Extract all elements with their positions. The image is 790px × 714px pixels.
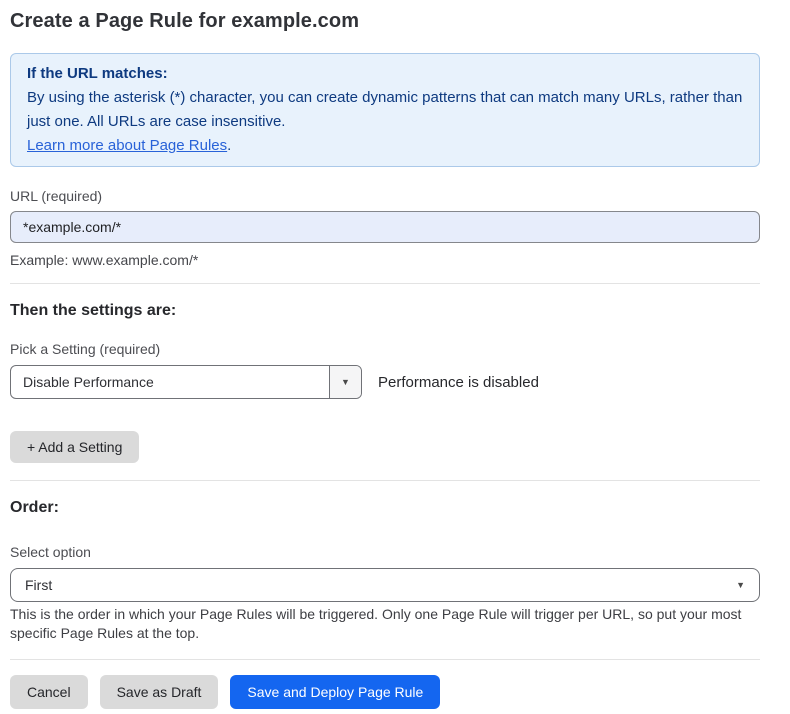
url-match-info-box: If the URL matches: By using the asteris… bbox=[10, 53, 760, 167]
info-box-heading: If the URL matches: bbox=[27, 62, 743, 86]
learn-more-link[interactable]: Learn more about Page Rules bbox=[27, 137, 227, 154]
setting-select[interactable]: Disable Performance ▼ bbox=[10, 365, 362, 399]
settings-section-heading: Then the settings are: bbox=[10, 300, 760, 322]
setting-select-arrow-button[interactable]: ▼ bbox=[329, 366, 361, 398]
divider bbox=[10, 480, 760, 481]
info-box-body: By using the asterisk (*) character, you… bbox=[27, 86, 743, 134]
link-suffix: . bbox=[227, 137, 231, 154]
order-help-text: This is the order in which your Page Rul… bbox=[10, 605, 750, 643]
action-button-row: Cancel Save as Draft Save and Deploy Pag… bbox=[10, 675, 760, 709]
url-input[interactable] bbox=[10, 211, 760, 243]
add-setting-button[interactable]: + Add a Setting bbox=[10, 431, 139, 463]
chevron-down-icon: ▼ bbox=[341, 378, 350, 387]
order-section-heading: Order: bbox=[10, 497, 760, 519]
save-and-deploy-button[interactable]: Save and Deploy Page Rule bbox=[230, 675, 440, 709]
order-select-label: Select option bbox=[10, 543, 760, 561]
url-example-text: Example: www.example.com/* bbox=[10, 251, 760, 269]
chevron-down-icon: ▼ bbox=[736, 581, 745, 590]
pick-setting-label: Pick a Setting (required) bbox=[10, 340, 760, 358]
order-select-value: First bbox=[25, 577, 736, 593]
cancel-button[interactable]: Cancel bbox=[10, 675, 88, 709]
divider bbox=[10, 659, 760, 660]
page-title: Create a Page Rule for example.com bbox=[10, 8, 760, 34]
divider bbox=[10, 283, 760, 284]
setting-status-text: Performance is disabled bbox=[378, 374, 539, 391]
setting-row: Disable Performance ▼ Performance is dis… bbox=[10, 365, 760, 399]
save-as-draft-button[interactable]: Save as Draft bbox=[100, 675, 219, 709]
url-label: URL (required) bbox=[10, 187, 760, 205]
setting-select-value: Disable Performance bbox=[11, 366, 329, 398]
info-box-link-line: Learn more about Page Rules. bbox=[27, 134, 743, 158]
order-select[interactable]: First ▼ bbox=[10, 568, 760, 602]
